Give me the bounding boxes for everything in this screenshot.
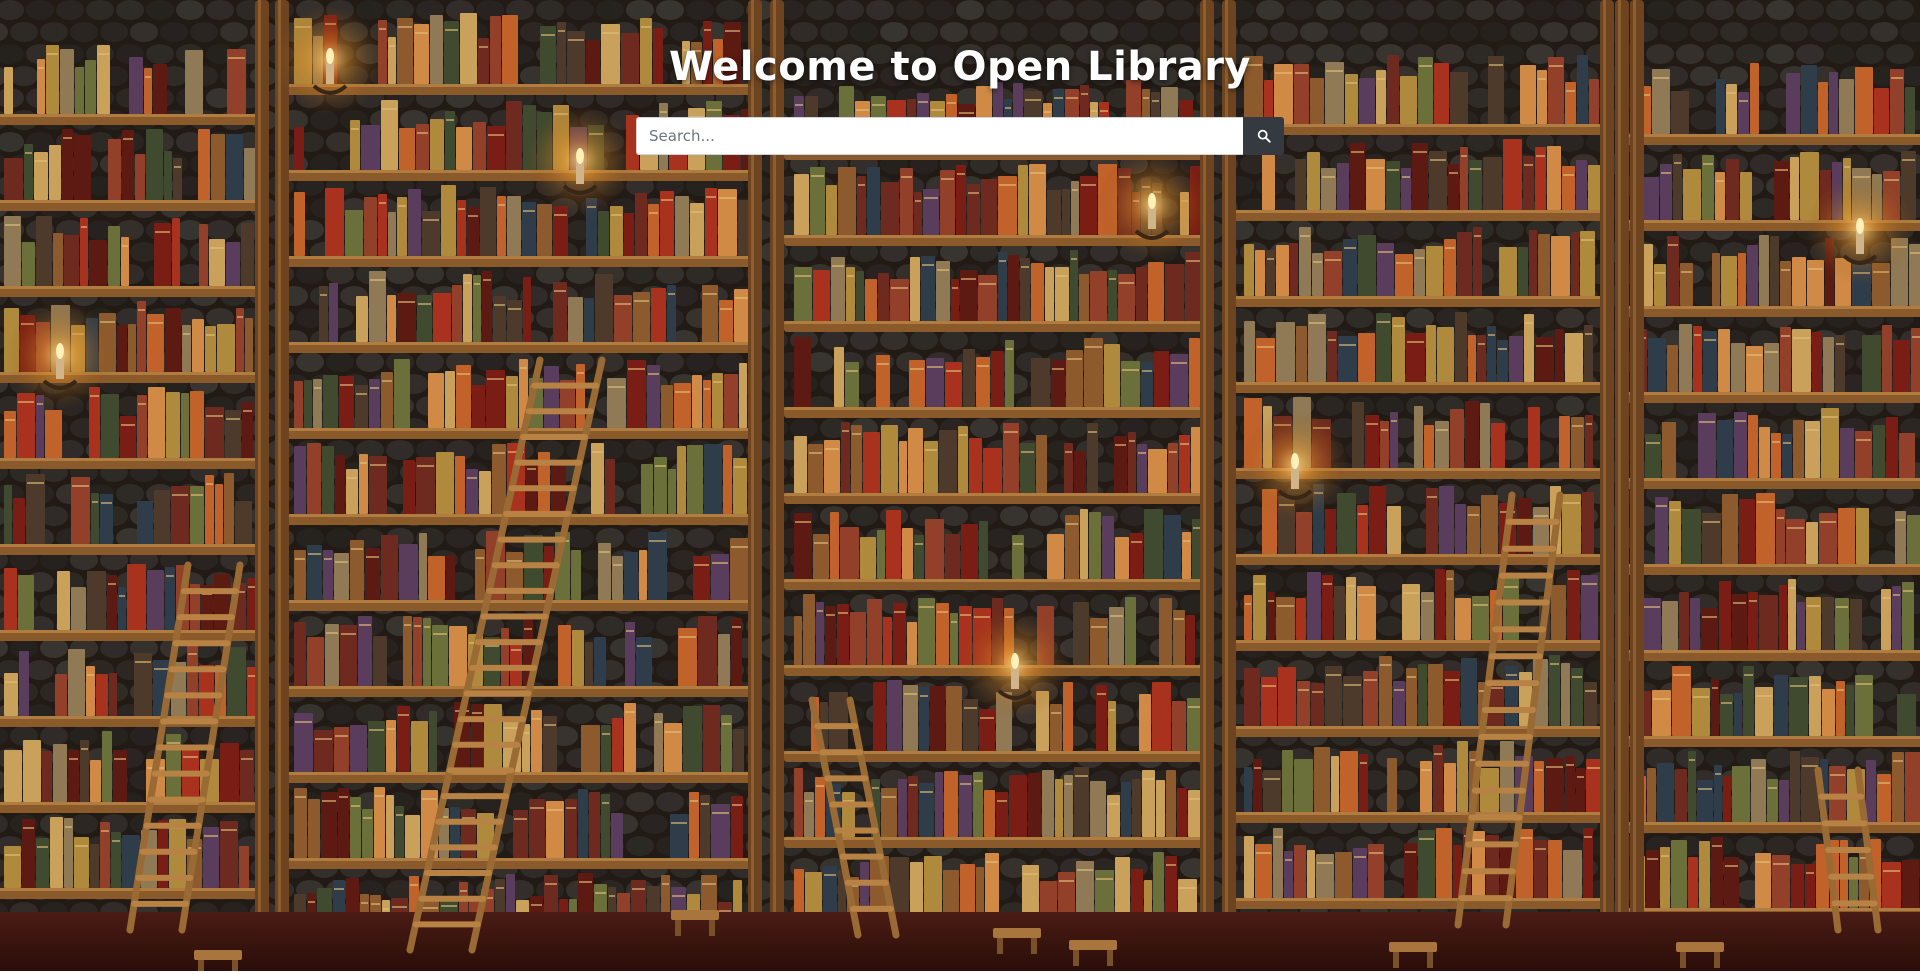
candle-sconce — [1805, 175, 1915, 285]
candle-sconce — [1240, 410, 1350, 520]
candle-sconce — [1097, 150, 1207, 260]
library-hero: Welcome to Open Library — [0, 0, 1920, 971]
candle-sconce — [525, 105, 635, 215]
search-icon — [1257, 129, 1271, 143]
search-button[interactable] — [1243, 117, 1284, 155]
candle-sconce — [960, 610, 1070, 720]
search-bar — [636, 117, 1284, 155]
candle-sconce — [5, 300, 115, 410]
page-title: Welcome to Open Library — [668, 44, 1251, 90]
search-input[interactable] — [636, 117, 1243, 155]
